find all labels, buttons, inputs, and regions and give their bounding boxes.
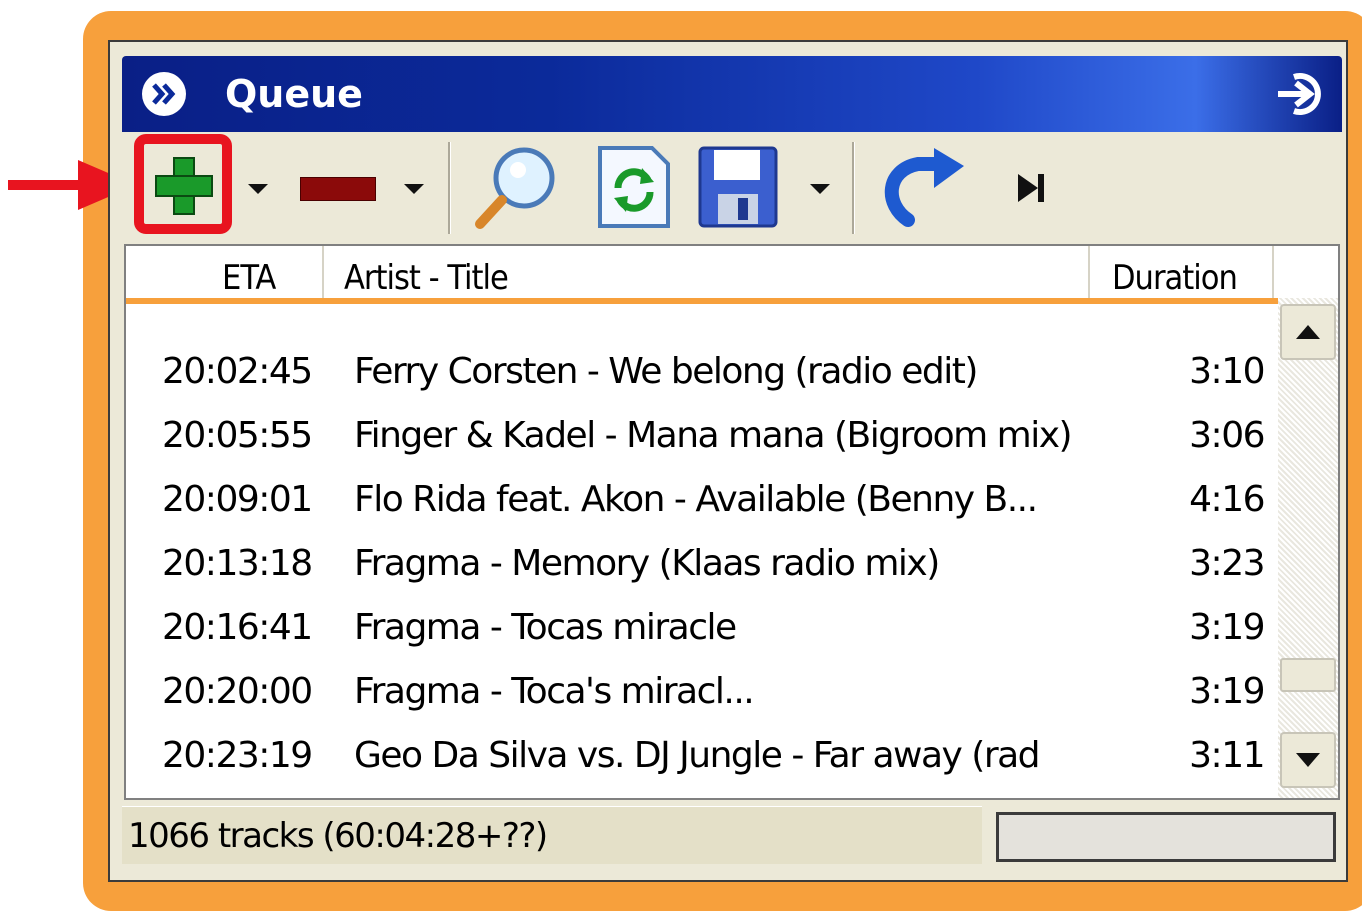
status-track-count: 1066 tracks (60:04:28+??)	[122, 806, 982, 864]
column-divider[interactable]	[1272, 246, 1274, 298]
column-header-title[interactable]: Artist - Title	[344, 256, 509, 300]
column-divider[interactable]	[322, 246, 324, 298]
magnifier-icon[interactable]	[472, 142, 562, 232]
track-title: Finger & Kadel - Mana mana (Bigroom mix)	[354, 415, 1073, 456]
track-title: Fragma - Tocas miracle	[354, 607, 737, 648]
column-header: ETA Artist - Title Duration	[126, 246, 1276, 298]
red-minus-icon[interactable]	[300, 177, 376, 201]
exit-icon[interactable]	[1274, 69, 1328, 119]
track-duration: 3:11	[1189, 735, 1265, 776]
drop-indicator-line	[126, 298, 1338, 304]
status-bar: 1066 tracks (60:04:28+??)	[122, 806, 1342, 868]
track-eta: 20:05:55	[162, 415, 313, 456]
chevron-double-right-icon[interactable]	[142, 72, 186, 116]
column-header-eta[interactable]: ETA	[222, 256, 276, 300]
scroll-thumb[interactable]	[1280, 658, 1336, 692]
save-dropdown-chevron-icon[interactable]	[810, 184, 830, 194]
refresh-document-icon[interactable]	[596, 144, 672, 230]
track-row[interactable]: 20:23:19 Geo Da Silva vs. DJ Jungle - Far…	[126, 724, 1276, 788]
track-title: Geo Da Silva vs. DJ Jungle - Far away (r…	[354, 735, 1041, 776]
scroll-down-button[interactable]	[1280, 732, 1336, 788]
floppy-disk-icon[interactable]	[698, 146, 778, 228]
column-divider[interactable]	[1088, 246, 1090, 298]
toolbar	[122, 132, 1342, 244]
queue-list[interactable]: 19:59:14Pentura - Live it (radio edit)3:…	[124, 244, 1340, 800]
scroll-up-button[interactable]	[1280, 304, 1336, 360]
redo-arrow-icon[interactable]	[878, 148, 968, 228]
track-row[interactable]: 20:09:01 Flo Rida feat. Akon - Available …	[126, 468, 1276, 532]
track-row[interactable]: 20:16:41 Fragma - Tocas miracle 3:19	[126, 596, 1276, 660]
track-row[interactable]: 20:20:00 Fragma - Toca's miracl... 3:19	[126, 660, 1276, 724]
track-duration: 3:19	[1189, 607, 1265, 648]
track-rows: 19:59:14Pentura - Live it (radio edit)3:…	[126, 246, 1276, 798]
queue-window: Queue 20:02:45 Ferry Corsten - We belong…	[108, 40, 1348, 882]
track-eta: 20:13:18	[162, 543, 313, 584]
window-title: Queue	[225, 72, 363, 116]
track-row[interactable]: 20:05:55 Finger & Kadel - Mana mana (Bigr…	[126, 404, 1276, 468]
toolbar-separator	[852, 142, 854, 234]
add-button-highlight	[134, 134, 232, 234]
status-progress-field	[996, 812, 1336, 862]
track-duration: 3:19	[1189, 671, 1265, 712]
track-title: Fragma - Memory (Klaas radio mix)	[354, 543, 940, 584]
track-eta: 20:20:00	[162, 671, 313, 712]
track-duration: 3:06	[1189, 415, 1265, 456]
track-title: Flo Rida feat. Akon - Available (Benny B…	[354, 479, 1038, 520]
column-header-duration[interactable]: Duration	[1112, 256, 1238, 300]
arrow-up-icon	[1296, 325, 1320, 339]
track-eta: 20:16:41	[162, 607, 313, 648]
add-dropdown-chevron-icon[interactable]	[248, 184, 268, 194]
track-duration: 4:16	[1189, 479, 1265, 520]
arrow-down-icon	[1296, 753, 1320, 767]
track-title: Ferry Corsten - We belong (radio edit)	[354, 351, 978, 392]
vertical-scrollbar[interactable]	[1278, 298, 1338, 798]
toolbar-separator	[448, 142, 450, 234]
title-bar: Queue	[122, 56, 1342, 132]
track-eta: 20:02:45	[162, 351, 313, 392]
track-duration: 3:10	[1189, 351, 1265, 392]
track-row[interactable]: 20:13:18 Fragma - Memory (Klaas radio mix…	[126, 532, 1276, 596]
skip-next-icon[interactable]	[1014, 170, 1050, 206]
track-eta: 20:09:01	[162, 479, 313, 520]
track-title: Fragma - Toca's miracl...	[354, 671, 755, 712]
track-row[interactable]: 20:02:45 Ferry Corsten - We belong (radio…	[126, 340, 1276, 404]
remove-dropdown-chevron-icon[interactable]	[404, 184, 424, 194]
track-eta: 20:23:19	[162, 735, 313, 776]
track-duration: 3:23	[1189, 543, 1265, 584]
